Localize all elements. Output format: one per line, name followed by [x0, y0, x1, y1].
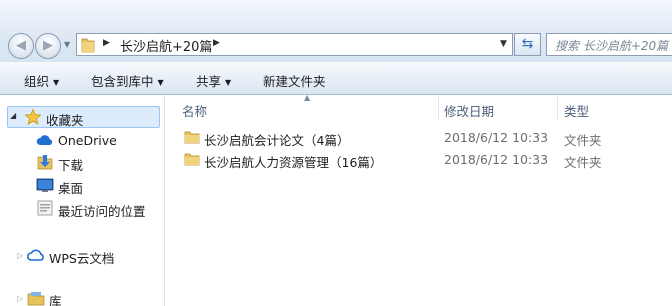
recent-pages-dropdown-icon[interactable]: ▼	[64, 40, 70, 49]
share-label: 共享	[196, 74, 222, 89]
address-bar[interactable]: ▶ 长沙启航+20篇 ▶ ▼	[76, 33, 513, 56]
search-placeholder: 搜索 长沙启航+20篇	[555, 39, 669, 53]
back-arrow-icon: ◀	[16, 38, 26, 53]
collapse-icon[interactable]: ◢	[10, 111, 16, 120]
cloud-icon	[36, 135, 53, 145]
refresh-icon: ⇆	[521, 36, 534, 52]
folder-icon	[81, 38, 95, 53]
downloads-icon	[37, 155, 53, 170]
breadcrumb-current-folder[interactable]: 长沙启航+20篇	[120, 36, 212, 55]
file-date-modified: 2018/6/12 10:33	[444, 130, 549, 145]
chevron-down-icon: ▼	[53, 78, 60, 87]
file-row[interactable]: 长沙启航人力资源管理（16篇） 2018/6/12 10:33 文件夹	[178, 150, 672, 170]
organize-menu-button[interactable]: 组织 ▼	[24, 71, 59, 90]
nav-label: OneDrive	[58, 133, 117, 148]
chevron-down-icon: ▼	[225, 78, 232, 87]
forward-arrow-icon: ▶	[43, 38, 53, 53]
column-header-type[interactable]: 类型	[564, 101, 589, 120]
breadcrumb-separator-icon[interactable]: ▶	[103, 38, 110, 48]
wps-cloud-icon	[27, 249, 44, 261]
recent-places-icon	[37, 200, 53, 216]
address-history-dropdown-icon[interactable]: ▼	[495, 34, 512, 55]
address-row: ◀ ▶ ▼ ▶ 长沙启航+20篇 ▶ ▼ ⇆ 搜索 长沙启航+20篇	[0, 0, 672, 62]
file-name: 长沙启航会计论文（4篇）	[204, 133, 350, 148]
file-name: 长沙启航人力资源管理（16篇）	[204, 155, 383, 170]
nav-label: 最近访问的位置	[58, 204, 146, 219]
search-input[interactable]: 搜索 长沙启航+20篇	[546, 33, 672, 56]
file-type: 文件夹	[564, 155, 602, 170]
navigation-pane: ◢ 收藏夹 OneDrive 下载 桌面 最近访问的位置 ▷ WPS云文档 ▷ …	[0, 96, 165, 306]
organize-label: 组织	[24, 74, 50, 89]
new-folder-label: 新建文件夹	[263, 74, 326, 89]
share-button[interactable]: 共享 ▼	[196, 71, 231, 90]
nav-item-favorites[interactable]: ◢ 收藏夹	[7, 106, 160, 128]
new-folder-button[interactable]: 新建文件夹	[263, 71, 326, 90]
back-button[interactable]: ◀	[8, 33, 34, 59]
include-in-library-button[interactable]: 包含到库中 ▼	[91, 71, 164, 90]
forward-button[interactable]: ▶	[35, 33, 61, 59]
include-in-library-label: 包含到库中	[91, 74, 154, 89]
file-type: 文件夹	[564, 133, 602, 148]
file-row[interactable]: 长沙启航会计论文（4篇） 2018/6/12 10:33 文件夹	[178, 128, 672, 148]
desktop-icon	[36, 178, 54, 192]
refresh-button[interactable]: ⇆	[514, 33, 541, 56]
column-header-name[interactable]: 名称	[182, 101, 207, 120]
column-header-date-modified[interactable]: 修改日期	[444, 101, 494, 120]
file-date-modified: 2018/6/12 10:33	[444, 152, 549, 167]
file-list: ▲ 名称 修改日期 类型 长沙启航会计论文（4篇） 2018/6/12 10:3…	[166, 93, 672, 306]
sort-indicator-icon: ▲	[304, 93, 311, 102]
chevron-down-icon: ▼	[157, 78, 164, 87]
nav-label: 下载	[58, 158, 84, 173]
breadcrumb-separator-icon[interactable]: ▶	[213, 38, 220, 48]
column-divider[interactable]	[557, 96, 558, 120]
library-icon	[27, 292, 45, 306]
column-divider[interactable]	[438, 96, 439, 120]
nav-label: WPS云文档	[49, 251, 115, 266]
folder-icon	[184, 131, 200, 144]
expand-icon[interactable]: ▷	[17, 294, 23, 303]
star-icon	[24, 108, 42, 125]
folder-icon	[184, 153, 200, 166]
command-toolbar: 组织 ▼ 包含到库中 ▼ 共享 ▼ 新建文件夹	[0, 62, 672, 95]
nav-label: 收藏夹	[46, 113, 84, 128]
nav-label: 库	[49, 294, 62, 306]
nav-label: 桌面	[58, 181, 84, 196]
expand-icon[interactable]: ▷	[17, 251, 23, 260]
